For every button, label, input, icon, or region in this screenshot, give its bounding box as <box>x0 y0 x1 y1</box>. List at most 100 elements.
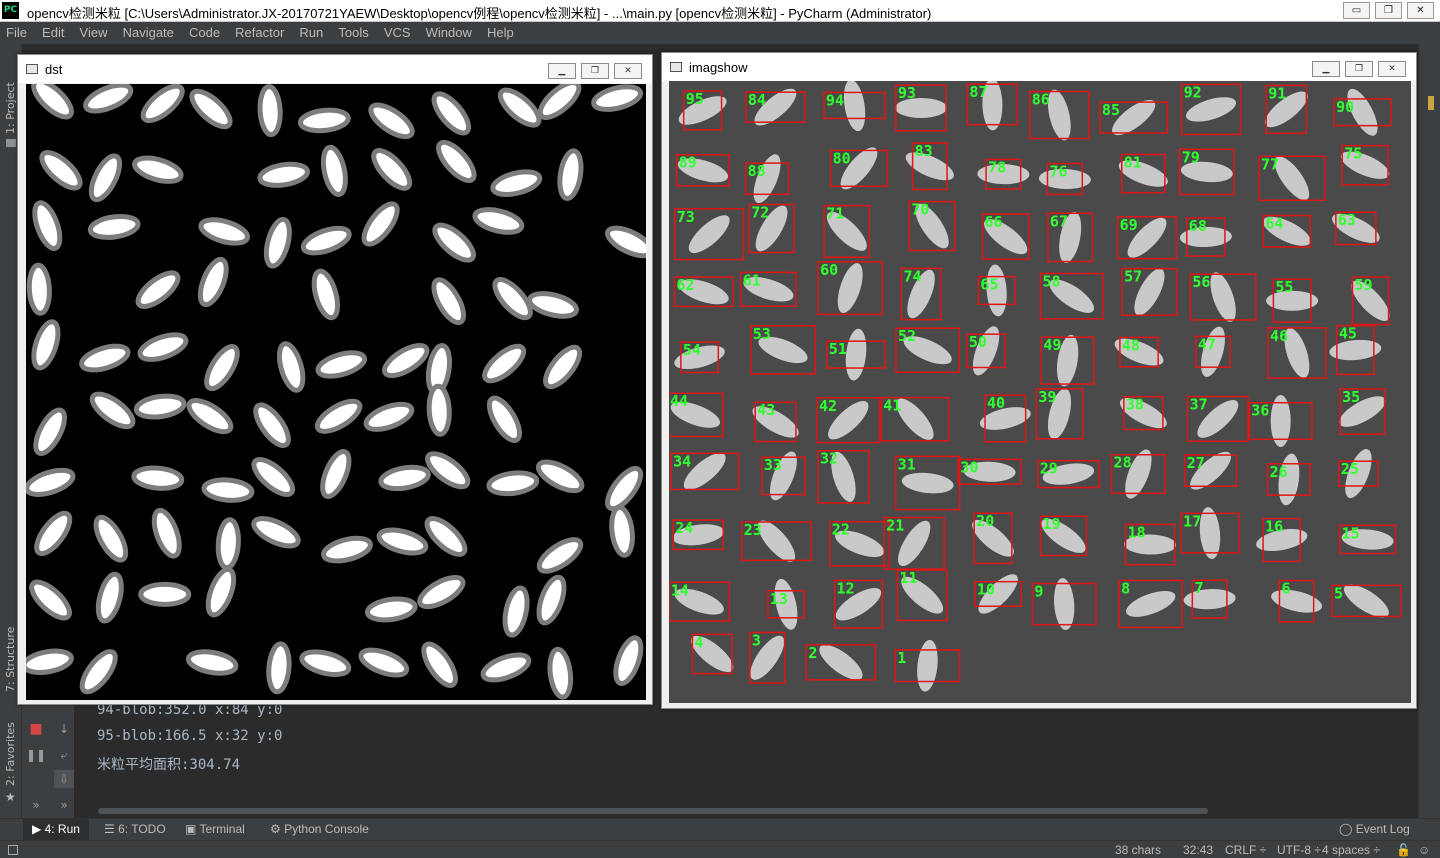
imagshow-window-titlebar: imagshow ▁ ❐ ✕ <box>662 53 1416 81</box>
rice-label: 27 <box>1187 454 1205 472</box>
rice-grain-mask <box>79 649 118 695</box>
rice-label: 61 <box>743 271 761 289</box>
dst-restore-button[interactable]: ❐ <box>581 63 609 79</box>
structure-tool-tab[interactable]: 7: Structure <box>4 627 17 692</box>
menu-bar: File Edit View Navigate Code Refactor Ru… <box>0 22 1440 44</box>
status-encoding[interactable]: UTF-8 ÷ <box>1277 843 1321 857</box>
dst-window[interactable]: dst ▁ ❐ ✕ <box>17 54 653 705</box>
scroll-down-icon[interactable]: ↓ <box>54 720 74 738</box>
rice-label: 84 <box>748 91 766 109</box>
rice-grain-mask <box>605 465 644 512</box>
menu-file[interactable]: File <box>2 22 31 44</box>
menu-refactor[interactable]: Refactor <box>231 22 288 44</box>
rice-label: 13 <box>770 590 788 608</box>
rice-label: 59 <box>1355 276 1373 294</box>
more-left-icon[interactable]: » <box>26 796 46 814</box>
favorites-tool-tab[interactable]: 2: Favorites <box>4 722 17 786</box>
console-scrollbar[interactable] <box>98 808 1208 814</box>
inspector-icon[interactable]: ☺ <box>1418 843 1430 857</box>
rice-grain <box>843 81 866 132</box>
menu-edit[interactable]: Edit <box>38 22 68 44</box>
rice-grain-mask <box>138 581 192 607</box>
rice-grain-mask <box>543 344 583 390</box>
close-button[interactable]: ✕ <box>1407 2 1434 19</box>
status-line-separator[interactable]: CRLF ÷ <box>1225 843 1266 857</box>
rice-label: 63 <box>1338 211 1356 229</box>
rice-label: 73 <box>677 208 695 226</box>
dst-window-titlebar: dst ▁ ❐ ✕ <box>18 55 652 83</box>
rice-grain-mask <box>263 216 292 269</box>
status-position[interactable]: 32:43 <box>1183 843 1213 857</box>
rice-label: 72 <box>751 204 769 222</box>
menu-run[interactable]: Run <box>295 22 327 44</box>
minimize-button[interactable]: ▭ <box>1343 2 1370 19</box>
tab-todo[interactable]: ☰ 6: TODO <box>104 822 166 836</box>
tab-event-log[interactable]: ◯ Event Log <box>1339 822 1410 836</box>
rice-label: 49 <box>1043 336 1061 354</box>
menu-tools[interactable]: Tools <box>334 22 372 44</box>
rice-grain <box>1183 589 1236 610</box>
rice-grain-mask <box>266 641 292 695</box>
dst-minimize-button[interactable]: ▁ <box>548 63 576 79</box>
rice-grain-mask <box>364 596 418 623</box>
rice-label: 75 <box>1344 145 1362 163</box>
rice-grain-mask <box>300 225 352 256</box>
imagshow-restore-button[interactable]: ❐ <box>1345 61 1373 77</box>
rice-grain-mask <box>26 262 52 316</box>
rice-label: 53 <box>753 325 771 343</box>
menu-navigate[interactable]: Navigate <box>119 22 178 44</box>
tab-run[interactable]: ▶ 4: Run <box>32 822 80 836</box>
pause-icon[interactable]: ❚❚ <box>26 746 46 764</box>
lock-icon[interactable]: 🔓 <box>1396 843 1411 857</box>
toggle-tool-windows-icon[interactable] <box>8 845 18 855</box>
rice-grain-mask <box>29 579 72 621</box>
soft-wrap-icon[interactable]: ⤶ <box>54 746 74 764</box>
restore-button[interactable]: ❐ <box>1375 2 1402 19</box>
project-tool-tab[interactable]: 1: Project <box>4 82 17 134</box>
rice-label: 11 <box>900 569 918 587</box>
rice-label: 20 <box>976 512 994 530</box>
rice-label: 70 <box>911 201 929 219</box>
run-console[interactable]: 94-blob:352.0 x:84 y:0 95-blob:166.5 x:3… <box>74 700 1418 818</box>
rice-label: 9 <box>1034 583 1043 601</box>
rice-label: 87 <box>969 83 987 101</box>
rice-grain <box>819 644 863 680</box>
rice-label: 10 <box>977 581 995 599</box>
star-icon: ★ <box>5 790 16 804</box>
rice-label: 69 <box>1120 216 1138 234</box>
rice-label: 37 <box>1190 396 1208 414</box>
tab-terminal[interactable]: ▣ Terminal <box>185 822 245 836</box>
rice-label: 65 <box>980 276 998 294</box>
rice-grain-mask <box>417 575 466 610</box>
menu-code[interactable]: Code <box>185 22 224 44</box>
rice-label: 15 <box>1342 524 1360 542</box>
stop-icon[interactable]: ■ <box>26 720 46 738</box>
rice-label: 30 <box>960 458 978 476</box>
window-titlebar: PC opencv检测米粒 [C:\Users\Administrator.JX… <box>0 0 1440 22</box>
menu-vcs[interactable]: VCS <box>380 22 415 44</box>
menu-window[interactable]: Window <box>422 22 476 44</box>
rice-grain-mask <box>251 516 301 549</box>
more-right-icon[interactable]: » <box>54 796 74 814</box>
tab-python-console[interactable]: ⚙ Python Console <box>270 822 369 836</box>
rice-grain-mask <box>502 585 530 638</box>
imagshow-window[interactable]: imagshow ▁ ❐ ✕ 95 84 94 93 87 86 85 92 91 90 89 88 8… <box>661 52 1417 709</box>
run-toolbar: ■ ↓ ❚❚ ⤶ ⇩ » » <box>22 700 74 818</box>
rice-grain-mask <box>33 407 67 456</box>
status-indent[interactable]: 4 spaces ÷ <box>1322 843 1380 857</box>
dst-close-button[interactable]: ✕ <box>614 63 642 79</box>
imagshow-minimize-button[interactable]: ▁ <box>1312 61 1340 77</box>
rice-grain-mask <box>95 571 124 624</box>
rice-label: 93 <box>898 84 916 102</box>
tab-todo-label: 6: TODO <box>118 822 166 836</box>
menu-help[interactable]: Help <box>483 22 518 44</box>
scroll-to-end-icon[interactable]: ⇩ <box>54 770 74 788</box>
imagshow-close-button[interactable]: ✕ <box>1378 61 1406 77</box>
rice-label: 6 <box>1281 580 1290 598</box>
rice-grain-mask <box>257 84 283 138</box>
rice-label: 57 <box>1124 268 1142 286</box>
rice-grain-mask <box>425 451 471 490</box>
warning-marker-icon <box>1428 96 1434 110</box>
rice-grain-mask <box>605 225 646 259</box>
menu-view[interactable]: View <box>76 22 112 44</box>
